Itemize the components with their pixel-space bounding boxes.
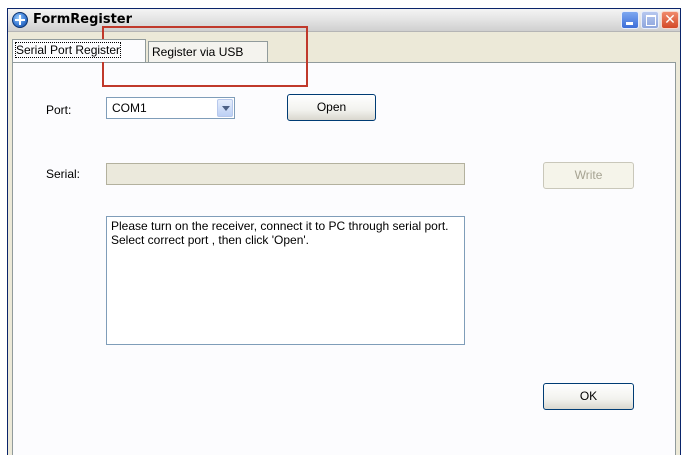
- tab-register-via-usb[interactable]: Register via USB: [148, 41, 268, 62]
- serial-field[interactable]: [106, 163, 465, 185]
- tab-label: Serial Port Register: [14, 42, 122, 58]
- port-select[interactable]: COM1: [106, 97, 235, 119]
- close-button[interactable]: ✕: [661, 11, 679, 29]
- tab-label: Register via USB: [152, 45, 244, 59]
- maximize-icon: [646, 15, 656, 26]
- serial-label: Serial:: [46, 167, 81, 181]
- port-select-value: COM1: [112, 101, 147, 115]
- chevron-down-icon[interactable]: [217, 99, 233, 117]
- app-globe-icon: [12, 12, 28, 28]
- minimize-button[interactable]: [621, 11, 639, 29]
- open-button[interactable]: Open: [287, 94, 376, 121]
- port-label: Port:: [46, 103, 72, 117]
- maximize-button[interactable]: [641, 11, 659, 29]
- window-title: FormRegister: [33, 12, 133, 27]
- minimize-icon: [626, 22, 633, 25]
- write-button[interactable]: Write: [543, 162, 634, 189]
- status-message-box[interactable]: Please turn on the receiver, connect it …: [106, 216, 465, 345]
- ok-button[interactable]: OK: [543, 383, 634, 410]
- close-icon: ✕: [664, 12, 676, 28]
- tab-serial-port-register[interactable]: Serial Port Register: [12, 39, 146, 62]
- title-bar[interactable]: FormRegister ✕: [8, 9, 680, 32]
